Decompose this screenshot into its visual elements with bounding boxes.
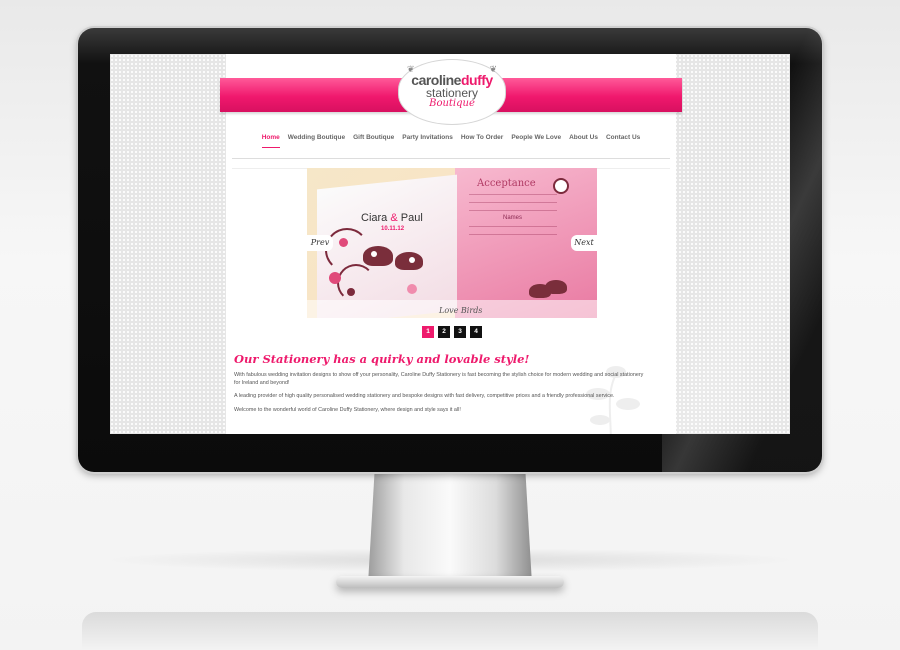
- pager-button-1[interactable]: 1: [422, 326, 434, 338]
- slideshow: Acceptance Names Ciara & Paul 10.11.12 L…: [307, 168, 597, 318]
- prev-button[interactable]: Prev: [307, 235, 333, 251]
- flower-icon: [329, 272, 341, 284]
- form-line: [469, 194, 557, 195]
- monitor-screen: ❦ ❦ carolineduffy stationery Boutique Ho…: [110, 54, 790, 434]
- flower-icon: [339, 238, 348, 247]
- flower-icon: [553, 178, 569, 194]
- monitor-stand: [368, 472, 532, 584]
- nav-how-to-order[interactable]: How To Order: [461, 134, 504, 148]
- intro-paragraph: A leading provider of high quality perso…: [234, 393, 615, 399]
- monitor-reflection: [82, 612, 818, 650]
- website-page: ❦ ❦ carolineduffy stationery Boutique Ho…: [220, 54, 682, 434]
- intro-paragraph: Welcome to the wonderful world of Caroli…: [234, 406, 461, 413]
- intro-paragraph: With fabulous wedding invitation designs…: [234, 372, 644, 386]
- nav-home[interactable]: Home: [261, 134, 280, 148]
- next-button[interactable]: Next: [571, 235, 597, 251]
- bird-icon: [545, 280, 567, 294]
- form-line: [469, 202, 557, 203]
- flower-icon: [347, 288, 355, 296]
- card-date: 10.11.12: [381, 226, 405, 232]
- intro-heading: Our Stationery has a quirky and lovable …: [234, 352, 530, 366]
- nav-about-us[interactable]: About Us: [569, 134, 598, 148]
- pager-button-4[interactable]: 4: [470, 326, 482, 338]
- pager-button-3[interactable]: 3: [454, 326, 466, 338]
- pager-button-2[interactable]: 2: [438, 326, 450, 338]
- nav-party-invitations[interactable]: Party Invitations: [402, 134, 453, 148]
- nav-people-we-love[interactable]: People We Love: [511, 134, 561, 148]
- nav-gift-boutique[interactable]: Gift Boutique: [353, 134, 394, 148]
- acceptance-title: Acceptance: [477, 178, 536, 189]
- names-label: Names: [503, 215, 523, 221]
- logo-script: Boutique: [429, 98, 475, 109]
- flower-icon: [407, 284, 417, 294]
- swirl-icon: [337, 264, 375, 302]
- site-logo[interactable]: ❦ ❦ carolineduffy stationery Boutique: [399, 60, 505, 124]
- intro-content: Our Stationery has a quirky and lovable …: [234, 352, 644, 420]
- monitor: ❦ ❦ carolineduffy stationery Boutique Ho…: [78, 28, 822, 472]
- card-couple-names: Ciara & Paul: [361, 212, 423, 224]
- bird-icon: [395, 252, 423, 270]
- slide-pager: 1 2 3 4: [422, 326, 482, 338]
- bird-icon: [363, 246, 393, 266]
- divider: [232, 158, 670, 159]
- monitor-base: [336, 576, 564, 588]
- form-line: [469, 234, 557, 235]
- nav-wedding-boutique[interactable]: Wedding Boutique: [288, 134, 345, 148]
- logo-wordmark: carolineduffy: [411, 72, 493, 88]
- form-line: [469, 226, 557, 227]
- slide-caption: Love Birds: [439, 306, 483, 315]
- main-nav: Home Wedding Boutique Gift Boutique Part…: [226, 134, 676, 148]
- nav-contact-us[interactable]: Contact Us: [606, 134, 640, 148]
- form-line: [469, 210, 557, 211]
